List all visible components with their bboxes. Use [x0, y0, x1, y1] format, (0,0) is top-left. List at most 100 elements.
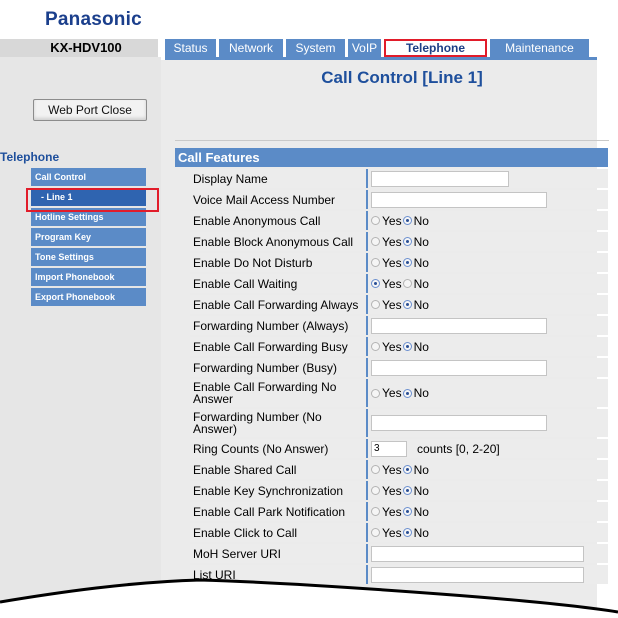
nav-title: Telephone [0, 150, 60, 164]
radio-dot [402, 507, 412, 516]
field-label: Enable Call Waiting [190, 274, 366, 293]
field-label: Enable Click to Call [190, 523, 366, 542]
divider [175, 140, 609, 141]
tab-telephone[interactable]: Telephone [384, 39, 487, 57]
field-label: Forwarding Number (Always) [190, 316, 366, 335]
row-call-park-notification: Enable Call Park Notification Yes No [190, 502, 608, 521]
radio-label: Yes [382, 297, 402, 312]
radio-label: No [413, 297, 429, 312]
torn-page-edge [0, 578, 618, 618]
radio-label: No [413, 255, 429, 270]
radio-yes[interactable]: Yes [371, 235, 402, 249]
radio-no[interactable]: No [402, 504, 429, 519]
call-features-form: Display Name Voice Mail Access Number En… [190, 169, 608, 586]
forwarding-number-no-answer-input[interactable] [371, 415, 547, 431]
radio-no[interactable]: No [402, 213, 429, 228]
forwarding-number-always-input[interactable] [371, 317, 547, 334]
radio-dot [402, 388, 412, 398]
radio-dot [371, 486, 380, 495]
field-label: Enable Call Forwarding Busy [190, 337, 366, 356]
web-port-close-button[interactable]: Web Port Close [33, 99, 147, 121]
field-label: Enable Anonymous Call [190, 211, 366, 230]
row-ring-counts: Ring Counts (No Answer) 3 counts [0, 2-2… [190, 439, 608, 458]
row-do-not-disturb: Enable Do Not Disturb Yes No [190, 253, 608, 272]
radio-yes[interactable]: Yes [371, 505, 402, 519]
radio-no[interactable]: No [402, 234, 429, 249]
radio-dot [371, 388, 380, 398]
tab-maintenance[interactable]: Maintenance [490, 39, 589, 57]
sidebar-item-program-key[interactable]: Program Key [31, 228, 146, 246]
sidebar-item-export-phonebook[interactable]: Export Phonebook [31, 288, 146, 306]
radio-yes[interactable]: Yes [371, 298, 402, 312]
radio-no[interactable]: No [402, 525, 429, 540]
tab-status[interactable]: Status [165, 39, 216, 57]
radio-label: Yes [382, 462, 402, 477]
radio-yes[interactable]: Yes [371, 484, 402, 498]
radio-yes[interactable]: Yes [371, 386, 402, 400]
radio-label: Yes [382, 386, 402, 400]
tab-voip[interactable]: VoIP [348, 39, 381, 57]
display-name-input[interactable] [371, 170, 509, 187]
row-call-waiting: Enable Call Waiting Yes No [190, 274, 608, 293]
field-label: Enable Do Not Disturb [190, 253, 366, 272]
radio-dot [402, 237, 412, 246]
left-pane [0, 57, 161, 618]
sidebar-item-call-control[interactable]: Call Control [31, 168, 146, 186]
radio-dot [371, 279, 380, 288]
row-block-anonymous: Enable Block Anonymous Call Yes No [190, 232, 608, 251]
tab-system[interactable]: System [286, 39, 345, 57]
radio-no[interactable]: No [402, 483, 429, 498]
radio-yes[interactable]: Yes [371, 340, 402, 354]
field-label: Enable Call Forwarding No Answer [190, 379, 366, 407]
radio-label: Yes [382, 483, 402, 498]
radio-dot [371, 342, 380, 351]
sidebar-item-tone-settings[interactable]: Tone Settings [31, 248, 146, 266]
radio-dot [402, 258, 412, 267]
radio-no[interactable]: No [402, 340, 429, 354]
radio-dot [371, 237, 380, 246]
radio-no[interactable]: No [402, 386, 429, 400]
row-forwarding-always: Enable Call Forwarding Always Yes No [190, 295, 608, 314]
sidebar-item-import-phonebook[interactable]: Import Phonebook [31, 268, 146, 286]
field-label: Enable Call Park Notification [190, 502, 366, 521]
field-label: Voice Mail Access Number [190, 190, 366, 209]
radio-dot [402, 486, 412, 495]
radio-label: No [413, 525, 429, 540]
row-shared-call: Enable Shared Call Yes No [190, 460, 608, 479]
radio-yes[interactable]: Yes [371, 214, 402, 228]
radio-no[interactable]: No [402, 276, 429, 291]
row-forwarding-number-busy: Forwarding Number (Busy) [190, 358, 608, 377]
row-click-to-call: Enable Click to Call Yes No [190, 523, 608, 542]
voice-mail-input[interactable] [371, 191, 547, 208]
radio-no[interactable]: No [402, 462, 429, 477]
radio-no[interactable]: No [402, 297, 429, 312]
radio-label: No [413, 234, 429, 249]
ring-counts-input[interactable]: 3 [371, 440, 407, 457]
forwarding-number-busy-input[interactable] [371, 359, 547, 376]
radio-label: No [413, 483, 429, 498]
radio-label: No [413, 462, 429, 477]
row-forwarding-number-no-answer: Forwarding Number (No Answer) [190, 409, 608, 437]
row-forwarding-number-always: Forwarding Number (Always) [190, 316, 608, 335]
radio-dot [371, 300, 380, 309]
radio-yes[interactable]: Yes [371, 526, 402, 540]
radio-yes[interactable]: Yes [371, 256, 402, 270]
radio-yes[interactable]: Yes [371, 277, 402, 291]
radio-label: No [413, 504, 429, 519]
radio-label: No [413, 276, 429, 291]
radio-no[interactable]: No [402, 255, 429, 270]
radio-label: No [413, 213, 429, 228]
main-tabs: Status Network System VoIP Telephone Mai… [165, 39, 595, 57]
tab-network[interactable]: Network [219, 39, 283, 57]
radio-label: Yes [382, 213, 402, 228]
radio-label: Yes [382, 504, 402, 519]
field-label: Display Name [190, 169, 366, 188]
radio-dot [402, 528, 412, 537]
moh-server-uri-input[interactable] [371, 545, 584, 562]
row-forwarding-no-answer: Enable Call Forwarding No Answer Yes No [190, 379, 608, 407]
radio-dot [402, 342, 412, 351]
radio-label: Yes [382, 525, 402, 540]
radio-yes[interactable]: Yes [371, 463, 402, 477]
radio-dot [371, 216, 380, 225]
row-key-synchronization: Enable Key Synchronization Yes No [190, 481, 608, 500]
